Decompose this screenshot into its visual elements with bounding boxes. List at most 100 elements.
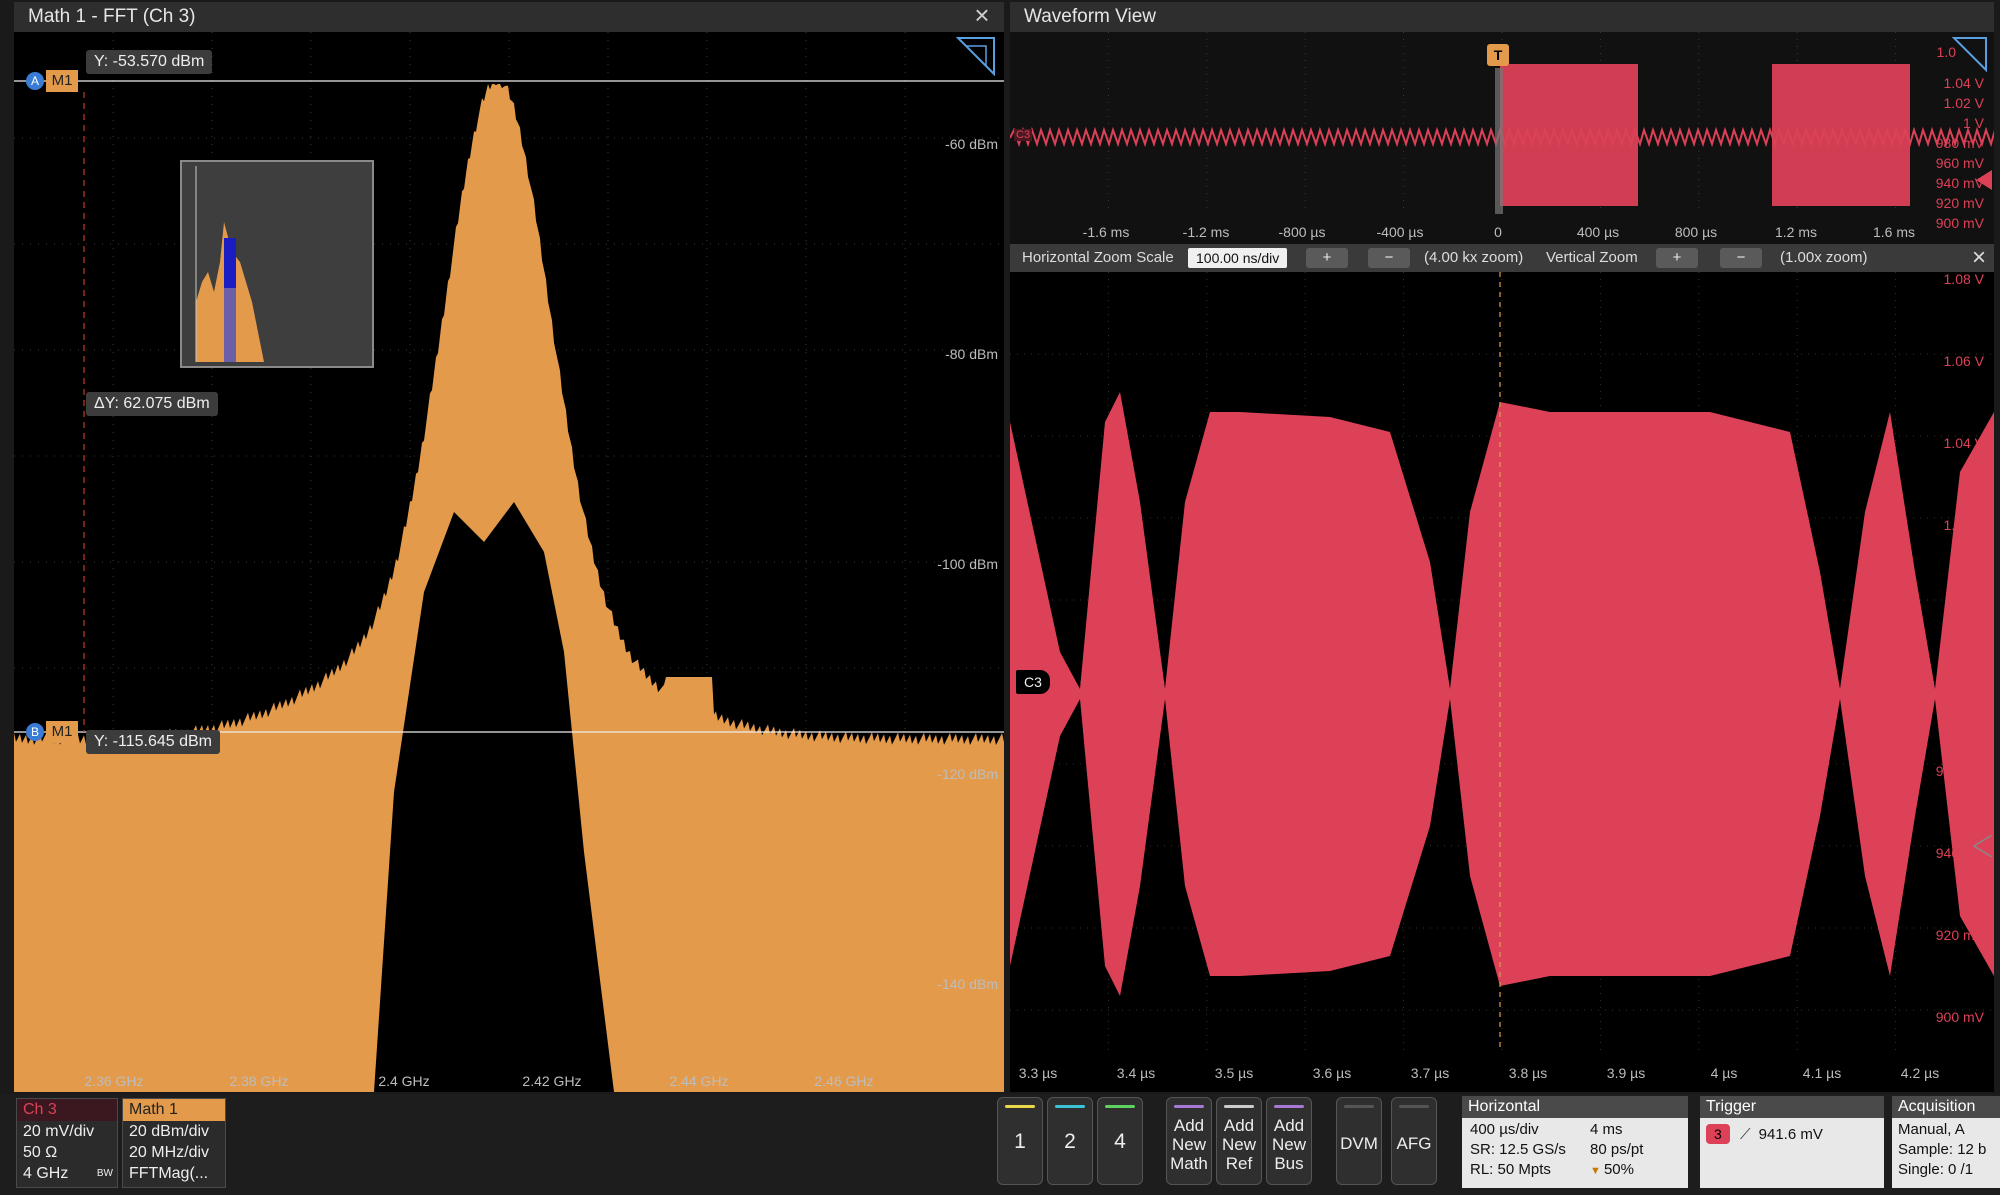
cursor-a-tag[interactable]: M1: [46, 70, 78, 92]
add-new-ref-line3: Ref: [1225, 1154, 1253, 1173]
horizontal-zoom-factor: (4.00 kx zoom): [1424, 249, 1524, 266]
cursor-b-readout: Y: -115.645 dBm: [86, 730, 220, 754]
trigger-marker-badge[interactable]: T: [1487, 44, 1509, 66]
horizontal-duration: 4 ms: [1590, 1121, 1623, 1138]
overview-level-arrow-icon[interactable]: [1974, 170, 1992, 190]
zoom-x-tick-label: 3.5 µs: [1215, 1065, 1253, 1081]
zoom-y-tick-label: 1 V: [1963, 599, 1985, 615]
vertical-zoom-plus-button[interactable]: +: [1656, 248, 1698, 268]
add-new-math-line2: New: [1171, 1135, 1206, 1154]
horizontal-zoom-plus-button[interactable]: +: [1306, 248, 1348, 268]
fft-panel-title: Math 1 - FFT (Ch 3): [28, 6, 196, 27]
dvm-label: DVM: [1340, 1134, 1378, 1153]
horizontal-zoom-minus-button[interactable]: −: [1368, 248, 1410, 268]
ch3-scale: 20 mV/div: [23, 1123, 95, 1140]
math1-source: FFTMag(...: [129, 1165, 209, 1182]
overview-channel-tag[interactable]: C3: [1014, 129, 1033, 141]
horizontal-zoom-label: Horizontal Zoom Scale: [1022, 249, 1174, 266]
close-icon[interactable]: ×: [967, 0, 997, 30]
horizontal-scale: 400 µs/div: [1470, 1121, 1539, 1138]
acquisition-settings-badge[interactable]: Acquisition Manual, A Sample: 12 b Singl…: [1892, 1096, 2000, 1188]
waveform-overview[interactable]: -1.6 ms -1.2 ms -800 µs -400 µs 0 400 µs 800 µ…: [1010, 32, 1994, 244]
add-new-ref-line1: Add: [1223, 1116, 1255, 1135]
fft-plot-area[interactable]: -60 dBm -80 dBm -100 dBm -120 dBm -140 dBm 2.…: [14, 32, 1004, 1092]
math1-badge[interactable]: Math 1 20 dBm/div 20 MHz/div FFTMag(...: [122, 1098, 226, 1188]
channel-2-button[interactable]: 2: [1047, 1097, 1093, 1185]
horizontal-zoom-scale-input[interactable]: 100.00 ns/div: [1188, 248, 1288, 268]
trigger-position-line[interactable]: [1495, 68, 1503, 214]
zoom-y-tick-label: 900 mV: [1936, 1009, 1985, 1025]
overview-y-tick-label: 980 mV: [1936, 135, 1985, 151]
fft-y-tick-label: -100 dBm: [937, 556, 998, 572]
overview-y-tick-label: 1.04 V: [1944, 75, 1985, 91]
horizontal-title: Horizontal: [1462, 1096, 1688, 1118]
trigger-source-badge: 3: [1706, 1124, 1730, 1144]
fft-overview-inset[interactable]: [180, 160, 374, 368]
zoom-close-icon[interactable]: ×: [1972, 244, 1986, 272]
overview-x-tick-label: -1.6 ms: [1083, 224, 1130, 240]
add-new-ref-line2: New: [1221, 1135, 1256, 1154]
zoom-level-arrow-icon[interactable]: [1972, 835, 1992, 857]
zoom-y-tick-label: 980 mV: [1936, 681, 1985, 697]
overview-x-tick-label: 400 µs: [1577, 224, 1619, 240]
afg-label: AFG: [1396, 1134, 1432, 1153]
zoom-x-tick-label: 3.4 µs: [1117, 1065, 1155, 1081]
trigger-settings-badge[interactable]: Trigger 3 ⟋ 941.6 mV: [1700, 1096, 1884, 1188]
trigger-position-icon: ▼: [1590, 1165, 1604, 1177]
inset-spectrum: [195, 166, 264, 362]
overview-x-tick-label: 0: [1494, 224, 1502, 240]
zoom-x-tick-label: 3.7 µs: [1411, 1065, 1449, 1081]
fft-x-tick-label: 2.36 GHz: [84, 1073, 143, 1089]
horizontal-settings-badge[interactable]: Horizontal 400 µs/div SR: 12.5 GS/s RL: …: [1462, 1096, 1688, 1188]
channel-2-label: 2: [1064, 1130, 1076, 1153]
fft-y-tick-label: -120 dBm: [937, 766, 998, 782]
acquisition-sample: Sample: 12 b: [1898, 1141, 1987, 1158]
math1-title: Math 1: [123, 1099, 225, 1121]
fft-y-tick-label: -60 dBm: [945, 136, 998, 152]
add-new-ref-button[interactable]: Add New Ref: [1216, 1097, 1262, 1185]
add-new-math-button[interactable]: Add New Math: [1166, 1097, 1212, 1185]
zoom-y-tick-label: 1.04 V: [1944, 435, 1985, 451]
horizontal-record-length: RL: 50 Mpts: [1470, 1161, 1551, 1178]
zoom-waveform-trace: [1010, 392, 1994, 996]
acquisition-mode: Manual, A: [1898, 1121, 1965, 1138]
cursor-a-badge[interactable]: A: [26, 72, 44, 90]
math1-horizontal-scale: 20 MHz/div: [129, 1144, 210, 1161]
add-new-bus-button[interactable]: Add New Bus: [1266, 1097, 1312, 1185]
bandwidth-limit-badge: BW: [96, 1168, 113, 1179]
overview-corner-handle-icon[interactable]: [1952, 36, 1988, 72]
zoom-y-tick-label: 1.06 V: [1944, 353, 1985, 369]
fft-x-tick-label: 2.46 GHz: [814, 1073, 873, 1089]
add-new-bus-line3: Bus: [1274, 1154, 1304, 1173]
ch3-badge[interactable]: Ch 3 20 mV/div 50 Ω 4 GHz BW: [16, 1098, 118, 1188]
corner-handle-icon[interactable]: [956, 36, 996, 76]
cursor-b-tag[interactable]: M1: [46, 721, 78, 743]
channel-4-button[interactable]: 4: [1097, 1097, 1143, 1185]
acquisition-single: Single: 0 /1: [1898, 1161, 1974, 1178]
trigger-level: 941.6 mV: [1758, 1126, 1823, 1143]
waveform-zoom-plot-area[interactable]: 1.08 V 1.06 V 1.04 V 1.02 V 1 V 980 mV 960 mV 9…: [1010, 272, 1994, 1092]
overview-y-tick-label: 1 V: [1963, 115, 1985, 131]
dvm-button[interactable]: DVM: [1336, 1097, 1382, 1185]
overview-x-tick-label: 1.6 ms: [1873, 224, 1915, 240]
afg-button[interactable]: AFG: [1391, 1097, 1437, 1185]
zoom-y-tick-label: 1.08 V: [1944, 272, 1985, 287]
add-new-math-line1: Add: [1173, 1116, 1205, 1135]
vertical-zoom-minus-button[interactable]: −: [1720, 248, 1762, 268]
zoom-x-tick-label: 3.8 µs: [1509, 1065, 1547, 1081]
vertical-zoom-label: Vertical Zoom: [1546, 249, 1638, 266]
rising-edge-icon: ⟋: [1739, 1126, 1751, 1143]
cursor-b-badge[interactable]: B: [26, 723, 44, 741]
channel-1-button[interactable]: 1: [997, 1097, 1043, 1185]
add-new-bus-line2: New: [1271, 1135, 1306, 1154]
ch3-impedance: 50 Ω: [23, 1144, 58, 1161]
horizontal-resolution: 80 ps/pt: [1590, 1141, 1644, 1158]
overview-x-tick-label: -400 µs: [1377, 224, 1424, 240]
fft-panel-title-bar[interactable]: Math 1 - FFT (Ch 3): [14, 2, 1004, 32]
zoom-channel-tag[interactable]: C3: [1014, 668, 1052, 696]
trigger-title: Trigger: [1700, 1096, 1884, 1118]
zoom-y-tick-label: 960 mV: [1936, 763, 1985, 779]
overview-x-tick-label: 1.2 ms: [1775, 224, 1817, 240]
zoom-x-tick-label: 3.6 µs: [1313, 1065, 1351, 1081]
waveform-panel-title-bar[interactable]: Waveform View: [1010, 2, 1994, 32]
